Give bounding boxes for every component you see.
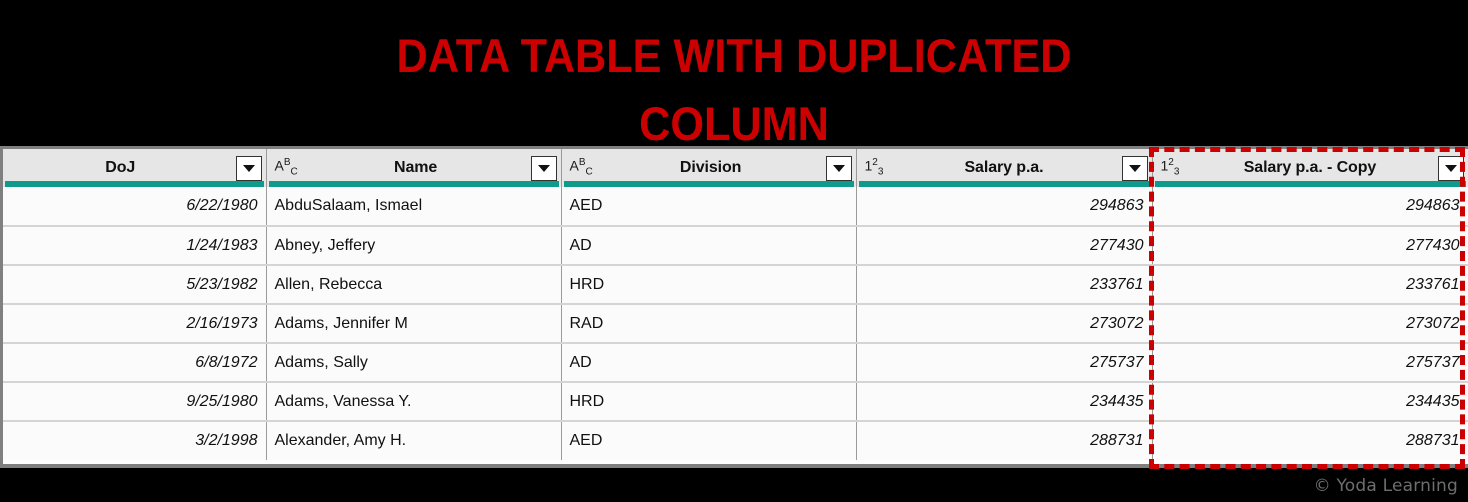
number-type-icon: 123 <box>1160 157 1180 178</box>
title-banner: DATA TABLE WITH DUPLICATED COLUMN <box>0 0 1468 150</box>
filter-dropdown-salary-copy[interactable] <box>1437 155 1464 181</box>
cell-name[interactable]: Allen, Rebecca <box>266 264 562 304</box>
chevron-down-icon <box>1128 164 1141 172</box>
cell-salary[interactable]: 294863 <box>856 187 1153 226</box>
column-header-salary-copy[interactable]: 123 Salary p.a. - Copy <box>1152 149 1468 187</box>
cell-name[interactable]: Adams, Jennifer M <box>266 303 562 343</box>
column-header-salary[interactable]: 123 Salary p.a. <box>856 149 1153 187</box>
cell-doj[interactable]: 2/16/1973 <box>3 303 267 343</box>
cell-division[interactable]: HRD <box>561 264 857 304</box>
cell-salary-copy[interactable]: 234435 <box>1152 381 1468 421</box>
filter-dropdown-name[interactable] <box>530 155 557 181</box>
cell-doj[interactable]: 5/23/1982 <box>3 264 267 304</box>
table-row[interactable]: 2/16/1973 Adams, Jennifer M RAD 273072 27307… <box>3 303 1468 343</box>
cell-salary[interactable]: 273072 <box>856 303 1153 343</box>
cell-division[interactable]: AED <box>561 187 857 226</box>
column-header-label-name: Name <box>394 159 438 176</box>
table-row[interactable]: 6/22/1980 AbduSalaam, Ismael AED 294863 2948… <box>3 187 1468 226</box>
table-body: 6/22/1980 AbduSalaam, Ismael AED 294863 2948… <box>3 187 1468 460</box>
cell-division[interactable]: AD <box>561 342 857 382</box>
text-type-icon: ABC <box>274 157 298 178</box>
table-row[interactable]: 1/24/1983 Abney, Jeffery AD 277430 277430 <box>3 225 1468 265</box>
cell-salary[interactable]: 234435 <box>856 381 1153 421</box>
cell-salary[interactable]: 233761 <box>856 264 1153 304</box>
cell-name[interactable]: Adams, Vanessa Y. <box>266 381 562 421</box>
table-row[interactable]: 9/25/1980 Adams, Vanessa Y. HRD 234435 23443… <box>3 381 1468 421</box>
cell-doj[interactable]: 9/25/1980 <box>3 381 267 421</box>
data-table: DoJ ABC Name ABC Division 123 Salary p.a… <box>3 149 1468 460</box>
data-table-container: DoJ ABC Name ABC Division 123 Salary p.a… <box>0 146 1468 468</box>
page-title: DATA TABLE WITH DUPLICATED COLUMN <box>396 29 1072 150</box>
text-type-icon: ABC <box>569 157 593 178</box>
header-accent-bar <box>5 181 264 187</box>
header-row: DoJ ABC Name ABC Division 123 Salary p.a… <box>3 149 1468 187</box>
cell-salary-copy[interactable]: 294863 <box>1152 187 1468 226</box>
chevron-down-icon <box>242 164 255 172</box>
cell-division[interactable]: AED <box>561 420 857 460</box>
cell-salary-copy[interactable]: 288731 <box>1152 420 1468 460</box>
column-header-label-division: Division <box>679 159 742 176</box>
cell-salary-copy[interactable]: 273072 <box>1152 303 1468 343</box>
column-header-label-salary-copy: Salary p.a. - Copy <box>1243 159 1377 176</box>
header-accent-bar <box>268 181 559 187</box>
cell-salary-copy[interactable]: 233761 <box>1152 264 1468 304</box>
filter-dropdown-division[interactable] <box>825 155 852 181</box>
filter-dropdown-doj[interactable] <box>235 155 262 181</box>
header-accent-bar <box>563 181 854 187</box>
filter-dropdown-salary[interactable] <box>1121 155 1148 181</box>
cell-name[interactable]: Alexander, Amy H. <box>266 420 562 460</box>
cell-salary-copy[interactable]: 275737 <box>1152 342 1468 382</box>
table-row[interactable]: 6/8/1972 Adams, Sally AD 275737 275737 <box>3 342 1468 382</box>
chevron-down-icon <box>832 164 845 172</box>
cell-doj[interactable]: 6/8/1972 <box>3 342 267 382</box>
column-header-label-salary: Salary p.a. <box>964 159 1044 176</box>
chevron-down-icon <box>1444 164 1457 172</box>
cell-doj[interactable]: 1/24/1983 <box>3 225 267 265</box>
cell-name[interactable]: Abney, Jeffery <box>266 225 562 265</box>
column-header-label-doj: DoJ <box>105 159 136 176</box>
column-header-division[interactable]: ABC Division <box>561 149 857 187</box>
cell-division[interactable]: HRD <box>561 381 857 421</box>
header-accent-bar <box>858 181 1150 187</box>
watermark: © Yoda Learning <box>1313 476 1458 496</box>
cell-doj[interactable]: 3/2/1998 <box>3 420 267 460</box>
cell-salary-copy[interactable]: 277430 <box>1152 225 1468 265</box>
cell-doj[interactable]: 6/22/1980 <box>3 187 267 226</box>
cell-name[interactable]: Adams, Sally <box>266 342 562 382</box>
number-type-icon: 123 <box>864 157 884 178</box>
header-accent-bar <box>1154 181 1466 187</box>
column-header-name[interactable]: ABC Name <box>266 149 562 187</box>
cell-division[interactable]: AD <box>561 225 857 265</box>
cell-salary[interactable]: 288731 <box>856 420 1153 460</box>
chevron-down-icon <box>537 164 550 172</box>
table-row[interactable]: 5/23/1982 Allen, Rebecca HRD 233761 233761 <box>3 264 1468 304</box>
cell-salary[interactable]: 277430 <box>856 225 1153 265</box>
table-row[interactable]: 3/2/1998 Alexander, Amy H. AED 288731 288731 <box>3 420 1468 460</box>
table-header: DoJ ABC Name ABC Division 123 Salary p.a… <box>3 149 1468 187</box>
column-header-doj[interactable]: DoJ <box>3 149 267 187</box>
cell-salary[interactable]: 275737 <box>856 342 1153 382</box>
cell-name[interactable]: AbduSalaam, Ismael <box>266 187 562 226</box>
cell-division[interactable]: RAD <box>561 303 857 343</box>
